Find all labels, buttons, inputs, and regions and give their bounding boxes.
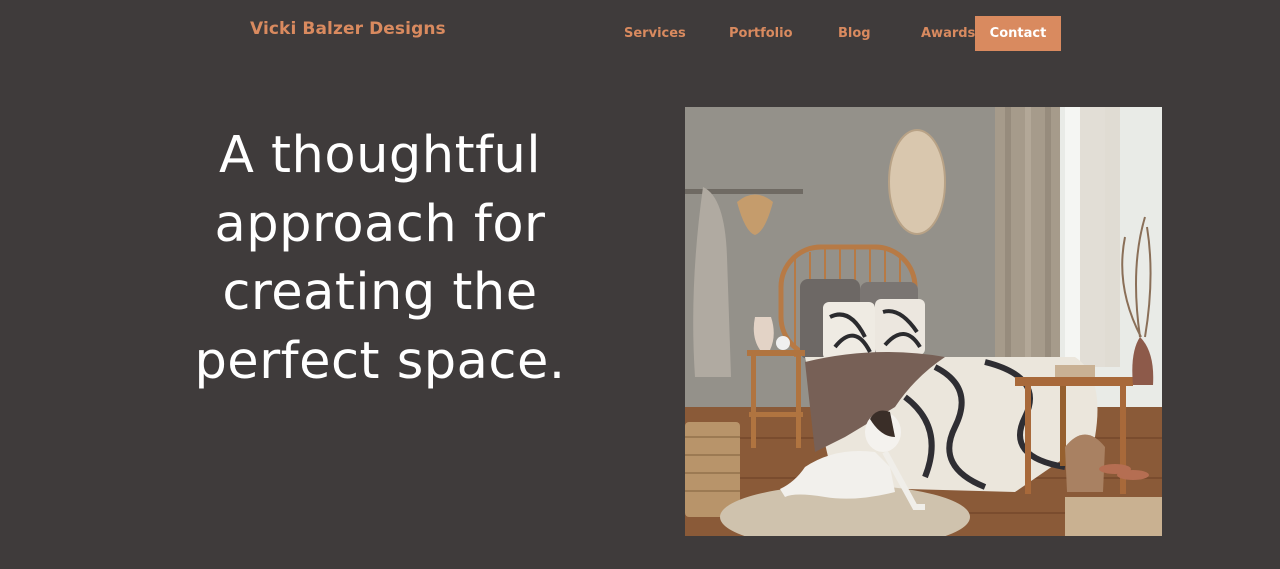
nav-link-portfolio[interactable]: Portfolio: [729, 16, 793, 51]
nav-link-awards[interactable]: Awards: [921, 16, 975, 51]
headline-line: perfect space.: [194, 331, 566, 391]
contact-button[interactable]: Contact: [975, 16, 1061, 51]
headline-line: approach for: [214, 194, 546, 254]
bedroom-illustration: [685, 107, 1162, 536]
headline-line: A thoughtful: [218, 126, 542, 185]
main-nav: Services Portfolio Blog Awards Contact: [0, 16, 1280, 51]
hero-bedroom-image: [685, 107, 1162, 536]
nav-link-blog[interactable]: Blog: [838, 16, 871, 51]
headline-line: creating the: [222, 263, 538, 322]
hero-headline: A thoughtful approach for creating the p…: [150, 122, 610, 396]
nav-link-services[interactable]: Services: [624, 16, 686, 51]
